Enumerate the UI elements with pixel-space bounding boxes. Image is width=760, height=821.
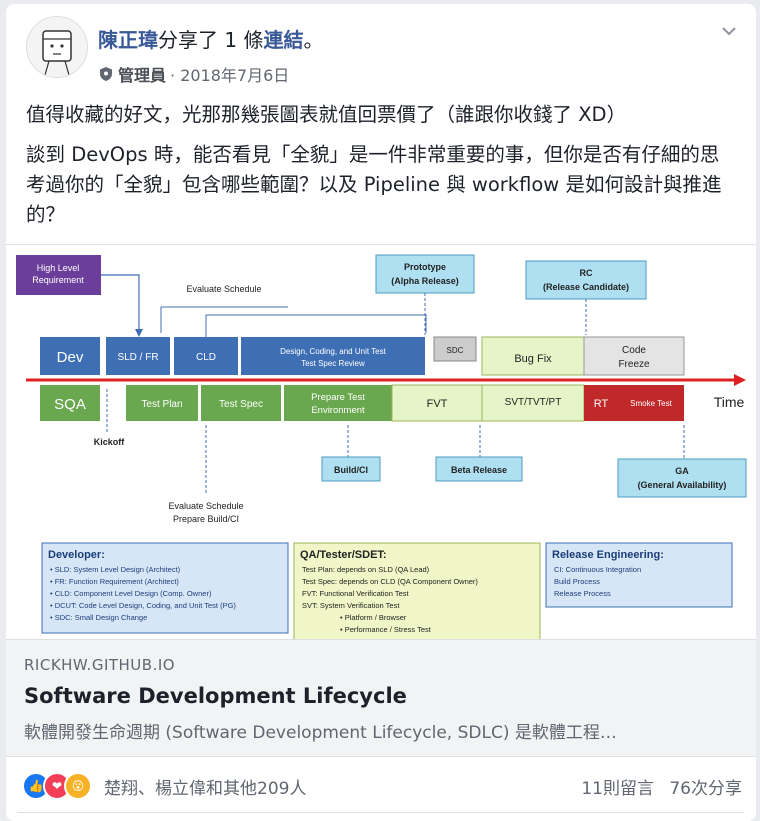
- qa-title: QA/Tester/SDET:: [300, 549, 387, 561]
- prepare-test-line2: Environment: [311, 405, 365, 416]
- re-item-1: CI: Continuous Integration: [554, 565, 641, 574]
- developer-item-5: • SDC: Small Design Change: [50, 613, 147, 622]
- post-card: 陳正瑋分享了 1 條連結。 管理員 · 2018年7月6日 值得收藏的好文，光那…: [6, 4, 756, 821]
- qa-item-2: Test Spec: depends on CLD (QA Component …: [302, 577, 478, 586]
- rc-line2: (Release Candidate): [543, 282, 629, 292]
- evaluate-prepare-line1: Evaluate Schedule: [168, 501, 243, 511]
- post-text-line2: 談到 DevOps 時，能否看見「全貌」是一件非常重要的事，但你是否有仔細的思考…: [26, 143, 722, 226]
- link-preview-box[interactable]: RICKHW.GITHUB.IO Software Development Li…: [6, 639, 756, 757]
- share-count[interactable]: 76次分享: [669, 779, 742, 799]
- prepare-test-line1: Prepare Test: [311, 392, 365, 403]
- comment-count[interactable]: 11則留言: [581, 779, 654, 799]
- link-preview-image[interactable]: High Level Requirement Evaluate Schedule…: [6, 244, 756, 640]
- author-name[interactable]: 陳正瑋: [98, 28, 158, 52]
- reaction-names[interactable]: 楚翔、楊立偉和其他209人: [104, 774, 306, 799]
- sqa-label: SQA: [54, 396, 86, 413]
- kickoff-label: Kickoff: [94, 437, 126, 447]
- action-link[interactable]: 連結: [263, 28, 303, 52]
- qa-item-1: Test Plan: depends on SLD (QA Lead): [302, 565, 430, 574]
- evaluate-schedule: Evaluate Schedule: [186, 284, 261, 294]
- re-item-2: Build Process: [554, 577, 600, 586]
- post-date[interactable]: · 2018年7月6日: [170, 62, 289, 86]
- action-end: 。: [303, 28, 324, 52]
- design-coding-line2: Test Spec Review: [301, 359, 365, 368]
- post-footer: 👍 ❤ 😮 楚翔、楊立偉和其他209人 11則留言 76次分享: [6, 762, 756, 812]
- beta-release-label: Beta Release: [451, 465, 507, 475]
- chevron-down-icon[interactable]: [720, 24, 738, 38]
- engagement-counts: 11則留言 76次分享: [571, 774, 742, 799]
- qa-item-5: • Platform / Browser: [340, 613, 407, 622]
- fvt-label: FVT: [427, 398, 448, 410]
- post-text-line1: 值得收藏的好文，光那那幾張圖表就值回票價了（誰跟你收錢了 XD）: [26, 103, 627, 126]
- ga-line1: GA: [675, 466, 689, 476]
- author-avatar[interactable]: [26, 16, 88, 78]
- time-label: Time: [714, 394, 745, 410]
- cld-label: CLD: [196, 352, 216, 363]
- post-header-line: 陳正瑋分享了 1 條連結。: [98, 24, 323, 53]
- link-description: 軟體開發生命週期 (Software Development Lifecycle…: [24, 723, 617, 743]
- post-meta: 管理員 · 2018年7月6日: [98, 62, 289, 86]
- qa-item-6: • Performance / Stress Test: [340, 625, 432, 634]
- qa-item-4: SVT: System Verification Test: [302, 601, 400, 610]
- developer-title: Developer:: [48, 549, 105, 561]
- shield-icon: [100, 67, 112, 81]
- reaction-icons[interactable]: 👍 ❤ 😮: [22, 772, 92, 800]
- developer-item-4: • DCUT: Code Level Design, Coding, and U…: [50, 601, 236, 610]
- re-item-3: Release Process: [554, 589, 611, 598]
- developer-item-3: • CLD: Component Level Design (Comp. Own…: [50, 589, 212, 598]
- developer-item-2: • FR: Function Requirement (Architect): [50, 577, 179, 586]
- qa-item-3: FVT: Functional Verification Test: [302, 589, 409, 598]
- action-text: 分享了 1 條: [158, 28, 264, 52]
- evaluate-prepare-line2: Prepare Build/CI: [173, 514, 239, 524]
- role-label: 管理員: [118, 66, 167, 85]
- developer-item-1: • SLD: System Level Design (Architect): [50, 565, 181, 574]
- code-freeze-line1: Code: [622, 345, 646, 356]
- link-domain: RICKHW.GITHUB.IO: [24, 656, 176, 674]
- code-freeze-line2: Freeze: [618, 359, 650, 370]
- link-title[interactable]: Software Development Lifecycle: [24, 684, 407, 708]
- rt-label: RT: [594, 398, 609, 410]
- re-title: Release Engineering:: [552, 549, 664, 561]
- divider: [18, 812, 744, 813]
- build-ci-label: Build/CI: [334, 465, 368, 475]
- rc-line1: RC: [580, 268, 593, 278]
- bug-fix-label: Bug Fix: [514, 353, 552, 365]
- smoke-test-label: Smoke Test: [630, 399, 672, 408]
- high-level-req-line1: High Level: [37, 263, 80, 273]
- design-coding-line1: Design, Coding, and Unit Test: [280, 347, 386, 356]
- sld-fr-label: SLD / FR: [117, 352, 158, 363]
- ga-line2: (General Availability): [638, 480, 727, 490]
- sdc-label: SDC: [447, 346, 464, 355]
- dev-label: Dev: [57, 349, 84, 366]
- prototype-line2: (Alpha Release): [391, 276, 459, 286]
- prototype-line1: Prototype: [404, 262, 446, 272]
- test-plan-label: Test Plan: [141, 399, 182, 410]
- test-spec-label: Test Spec: [219, 399, 263, 410]
- svt-label: SVT/TVT/PT: [505, 397, 562, 408]
- high-level-req-line2: Requirement: [32, 275, 84, 285]
- wow-icon: 😮: [64, 772, 92, 800]
